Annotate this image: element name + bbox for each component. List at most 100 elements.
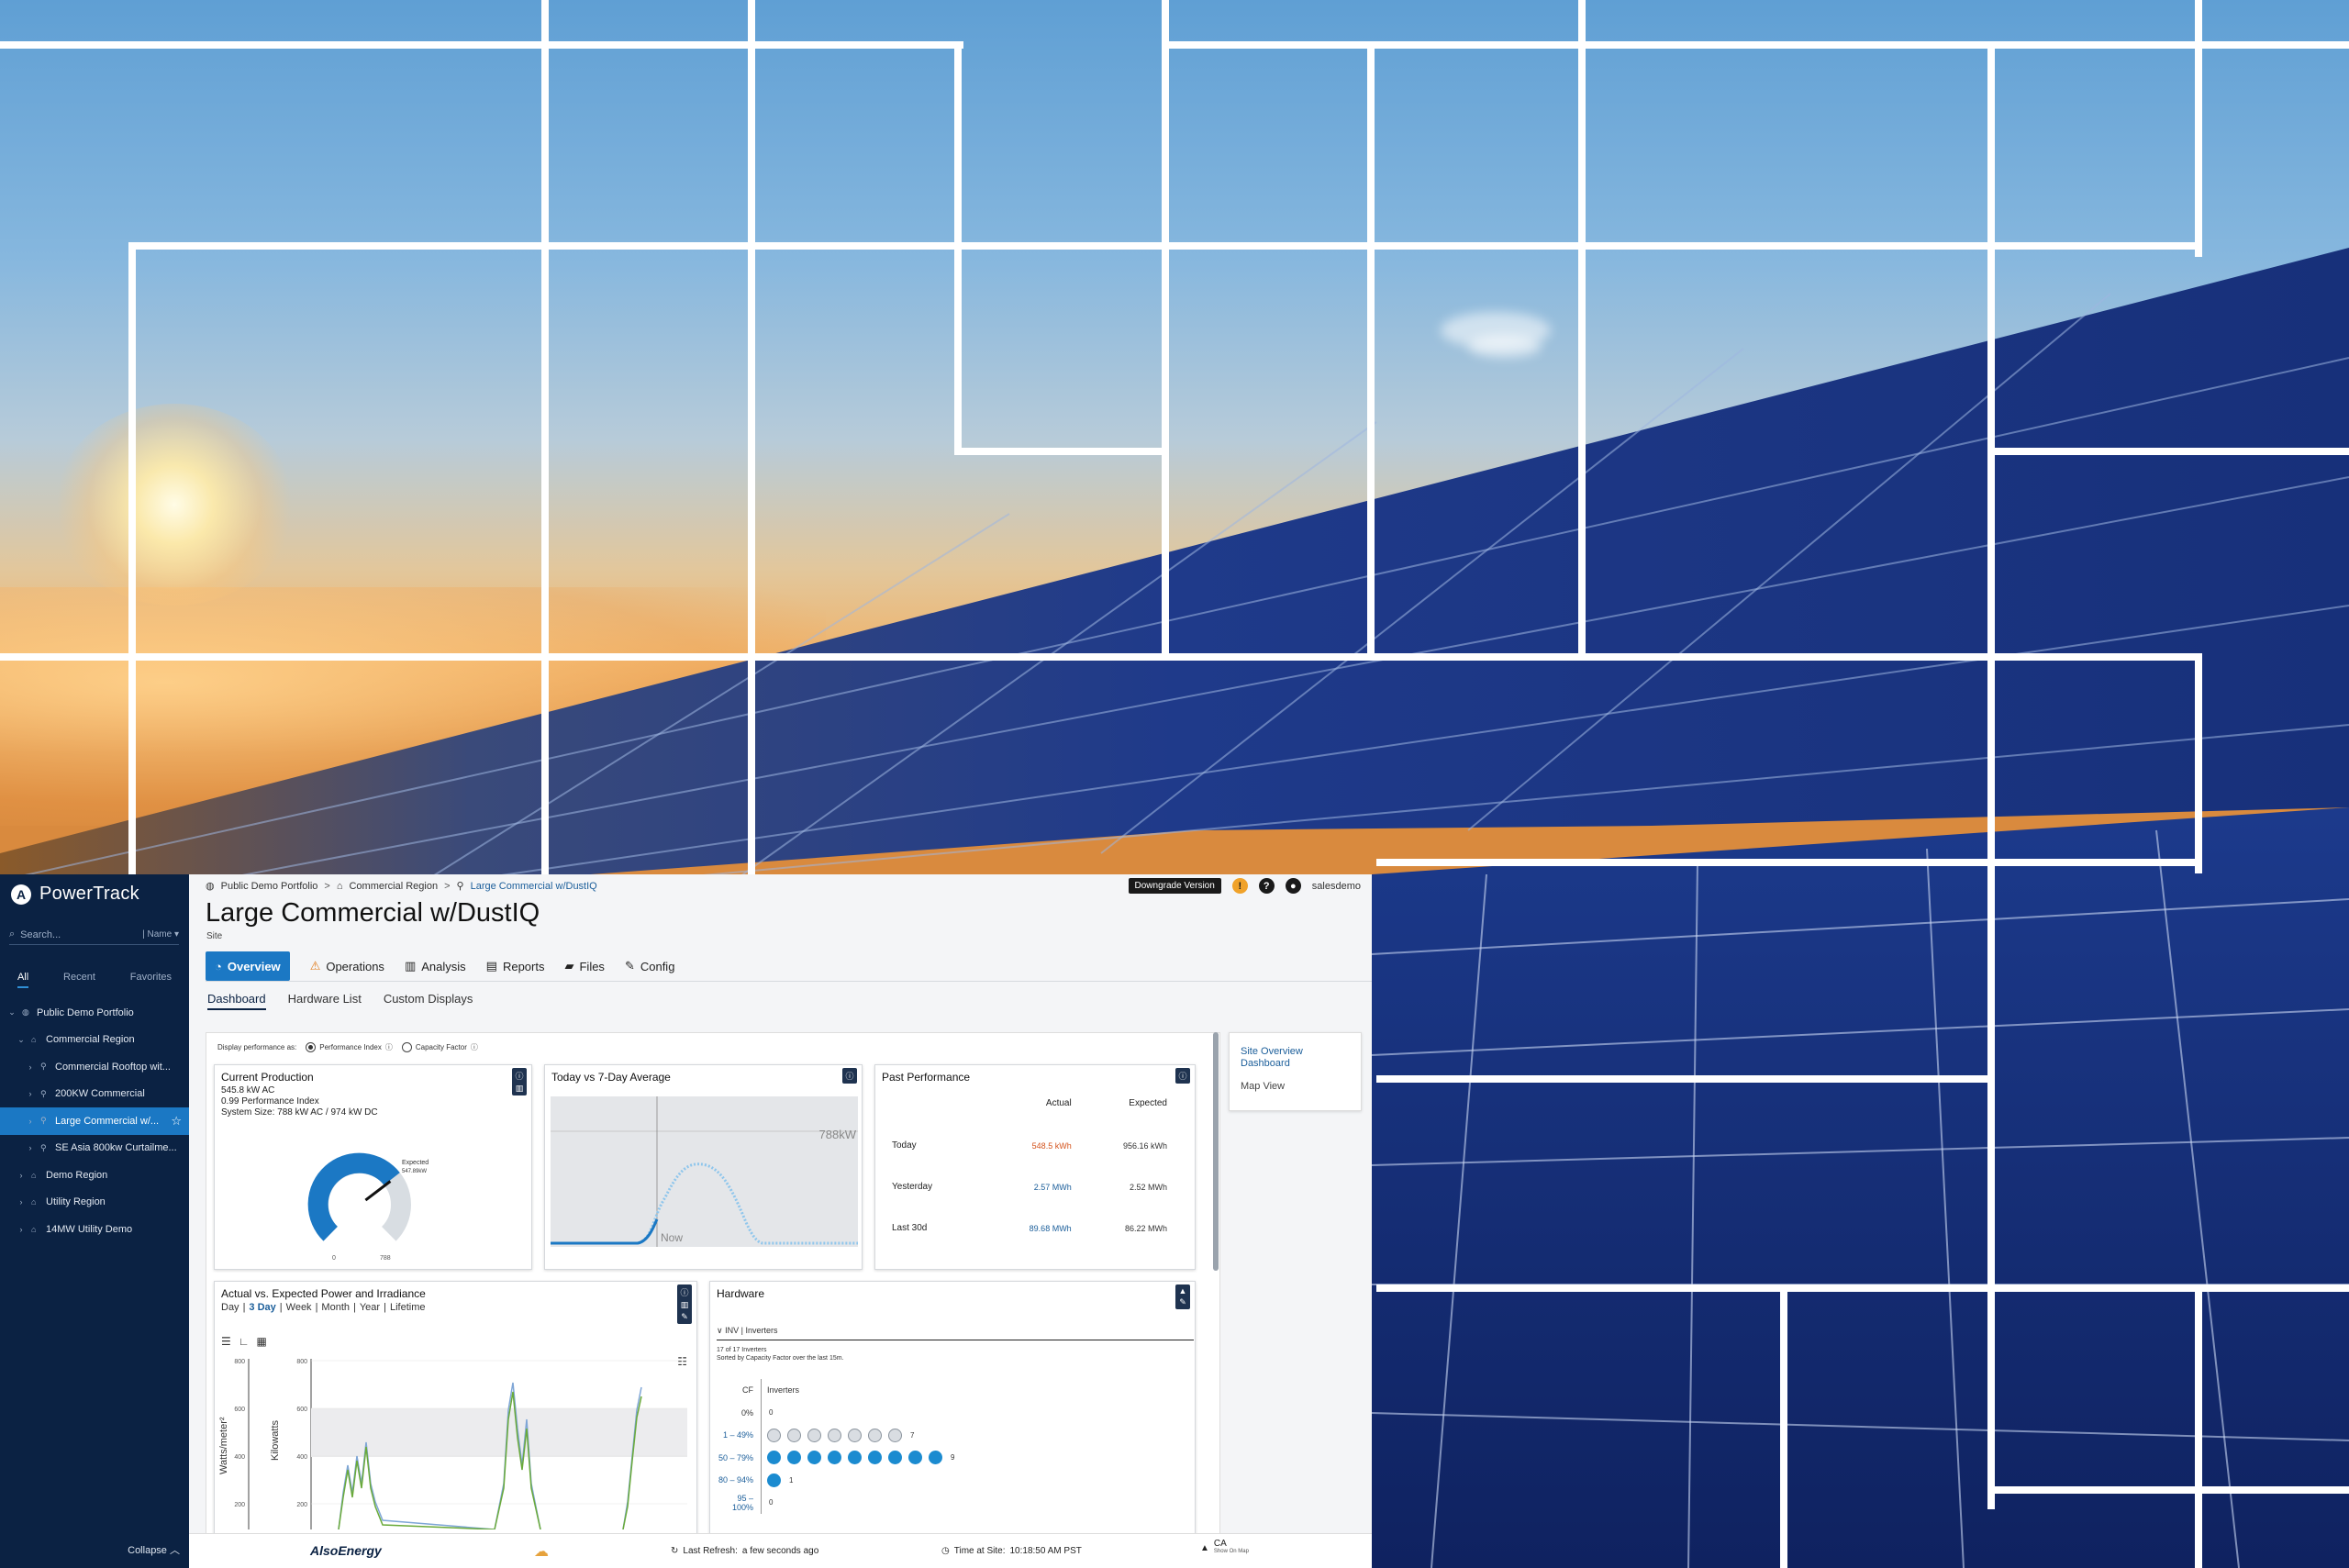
region-code: CA (1213, 1539, 1227, 1549)
mosaic-line (1165, 41, 2349, 49)
tab-operations[interactable]: ⚠ Operations (310, 951, 384, 981)
cf-row: 95 – 100% 0 (717, 1491, 954, 1514)
collapse-button[interactable]: Collapse ︿ (128, 1542, 180, 1557)
radio-performance-index[interactable]: Performance Index ⓘ (306, 1042, 393, 1052)
tab-files[interactable]: ▰ Files (564, 951, 604, 981)
alert-icon[interactable]: ! (1231, 878, 1248, 894)
inverter-bubble[interactable] (848, 1428, 862, 1442)
chevron-down-icon[interactable]: ⌄ (17, 1035, 26, 1045)
inverter-bubble[interactable] (868, 1451, 882, 1465)
user-avatar-icon[interactable]: ● (1285, 878, 1301, 894)
chevron-right-icon[interactable]: › (26, 1062, 35, 1072)
range-option[interactable]: Year (360, 1302, 380, 1313)
info-icon[interactable]: ⓘ (515, 1070, 523, 1082)
inverter-bubble[interactable] (888, 1428, 902, 1442)
breadcrumb-site[interactable]: Large Commercial w/DustIQ (471, 881, 597, 892)
range-option[interactable]: Week (286, 1302, 312, 1313)
calculator-icon[interactable]: ▦ (257, 1335, 267, 1348)
chart-icon[interactable]: ▥ (681, 1300, 689, 1310)
chart-icon[interactable]: ▥ (516, 1084, 524, 1094)
chevron-right-icon[interactable]: › (17, 1225, 26, 1234)
inverters-section-header[interactable]: ∨ INV | Inverters (717, 1326, 1194, 1340)
warning-icon[interactable]: ▲ (1179, 1286, 1187, 1296)
sidebar-search[interactable]: ⌕ Search... | Name ▾ (9, 925, 179, 945)
inverter-bubble[interactable] (787, 1428, 801, 1442)
range-option[interactable]: Day (221, 1302, 239, 1313)
chevron-down-icon[interactable]: ⌄ (7, 1007, 17, 1018)
subtab-dashboard[interactable]: Dashboard (207, 992, 266, 1010)
inverter-bubble[interactable] (868, 1428, 882, 1442)
inverter-bubble[interactable] (828, 1428, 841, 1442)
subtab-custom-displays[interactable]: Custom Displays (384, 992, 473, 1010)
sidebar-tab-all[interactable]: All (17, 972, 29, 988)
inverter-bubble[interactable] (929, 1451, 942, 1465)
row-actual[interactable]: 2.57 MWh (980, 1166, 1072, 1207)
tab-config[interactable]: ✎ Config (625, 951, 674, 981)
chart-max-label: 788kW (819, 1128, 857, 1141)
site-region[interactable]: ▲ CA Show On Map (1200, 1540, 1249, 1556)
refresh-icon[interactable]: ↻ (671, 1546, 678, 1556)
inverter-bubble[interactable] (888, 1451, 902, 1465)
row-actual[interactable]: 548.5 kWh (980, 1125, 1072, 1166)
menu-icon[interactable]: ☰ (221, 1335, 231, 1348)
inverter-bubble[interactable] (787, 1451, 801, 1465)
subtab-hardware-list[interactable]: Hardware List (288, 992, 362, 1010)
tree-item[interactable]: › ⚲ Commercial Rooftop wit... (0, 1053, 189, 1081)
card-tools: ⓘ (842, 1068, 857, 1084)
tree-item[interactable]: › ⌂ Demo Region (0, 1162, 189, 1189)
search-input[interactable]: Search... (20, 929, 61, 940)
chevron-right-icon[interactable]: › (26, 1143, 35, 1152)
inverter-bubble[interactable] (828, 1451, 841, 1465)
tab-label: Overview (227, 959, 281, 973)
sidebar-tab-recent[interactable]: Recent (63, 972, 95, 988)
map-view-link[interactable]: Map View (1241, 1081, 1350, 1092)
row-actual[interactable]: 89.68 MWh (980, 1207, 1072, 1249)
breadcrumb-region[interactable]: Commercial Region (349, 881, 438, 892)
inverter-bubble[interactable] (908, 1451, 922, 1465)
range-option[interactable]: Month (321, 1302, 350, 1313)
tree-item[interactable]: › ⚲ SE Asia 800kw Curtailme... (0, 1135, 189, 1162)
radio-capacity-factor[interactable]: Capacity Factor ⓘ (401, 1042, 478, 1052)
downgrade-version-button[interactable]: Downgrade Version (1128, 878, 1221, 894)
inverter-bubble[interactable] (807, 1451, 821, 1465)
wrench-icon[interactable]: ✎ (1179, 1297, 1186, 1307)
breadcrumb-portfolio[interactable]: Public Demo Portfolio (221, 881, 318, 892)
info-icon[interactable]: ⓘ (845, 1070, 853, 1082)
tree-item[interactable]: › ⌂ 14MW Utility Demo (0, 1216, 189, 1243)
help-icon[interactable]: ? (1258, 878, 1275, 894)
user-name[interactable]: salesdemo (1312, 881, 1361, 892)
dashboard-scrollbar[interactable] (1213, 1032, 1219, 1271)
inverter-bubble[interactable] (767, 1473, 781, 1487)
chevron-right-icon[interactable]: › (17, 1171, 26, 1180)
tree-item[interactable]: › ⚲ 200KW Commercial (0, 1081, 189, 1108)
site-overview-dashboard-link[interactable]: Site Overview Dashboard (1241, 1046, 1350, 1070)
chevron-right-icon[interactable]: › (17, 1197, 26, 1207)
tree-item[interactable]: › ⌂ Utility Region (0, 1189, 189, 1217)
info-icon[interactable]: ⓘ (1178, 1070, 1186, 1082)
weather-icon[interactable]: ☁ (534, 1542, 549, 1561)
chevron-right-icon[interactable]: › (26, 1089, 35, 1098)
inverter-bubble[interactable] (807, 1428, 821, 1442)
tree-item[interactable]: › ⚲ Large Commercial w/... ☆ (0, 1107, 189, 1135)
sidebar-tab-favorites[interactable]: Favorites (130, 972, 172, 988)
sort-dropdown[interactable]: | Name ▾ (142, 929, 179, 940)
inverters-column-header: Inverters (767, 1385, 800, 1396)
range-option[interactable]: Lifetime (390, 1302, 426, 1313)
tab-overview[interactable]: ◔ Overview (206, 951, 290, 981)
tree-item-label: Public Demo Portfolio (37, 1006, 134, 1018)
chevron-right-icon[interactable]: › (26, 1117, 35, 1126)
inverter-bubble[interactable] (767, 1451, 781, 1465)
wrench-icon[interactable]: ✎ (681, 1312, 688, 1322)
inverter-bubble[interactable] (767, 1428, 781, 1442)
tree-item[interactable]: ⌄ ⌂ Commercial Region (0, 1027, 189, 1054)
axis-icon[interactable]: ∟ (239, 1335, 250, 1348)
tree-item[interactable]: ⌄ ◍ Public Demo Portfolio (0, 999, 189, 1027)
mosaic-line (1376, 1075, 1991, 1083)
favorite-star-icon[interactable]: ☆ (171, 1114, 182, 1129)
info-icon[interactable]: ⓘ (680, 1286, 688, 1298)
tab-analysis[interactable]: ▥ Analysis (405, 951, 466, 981)
range-option[interactable]: 3 Day (249, 1302, 275, 1313)
inverter-bubble[interactable] (848, 1451, 862, 1465)
brand[interactable]: A PowerTrack (11, 884, 139, 905)
tab-reports[interactable]: ▤ Reports (486, 951, 545, 981)
